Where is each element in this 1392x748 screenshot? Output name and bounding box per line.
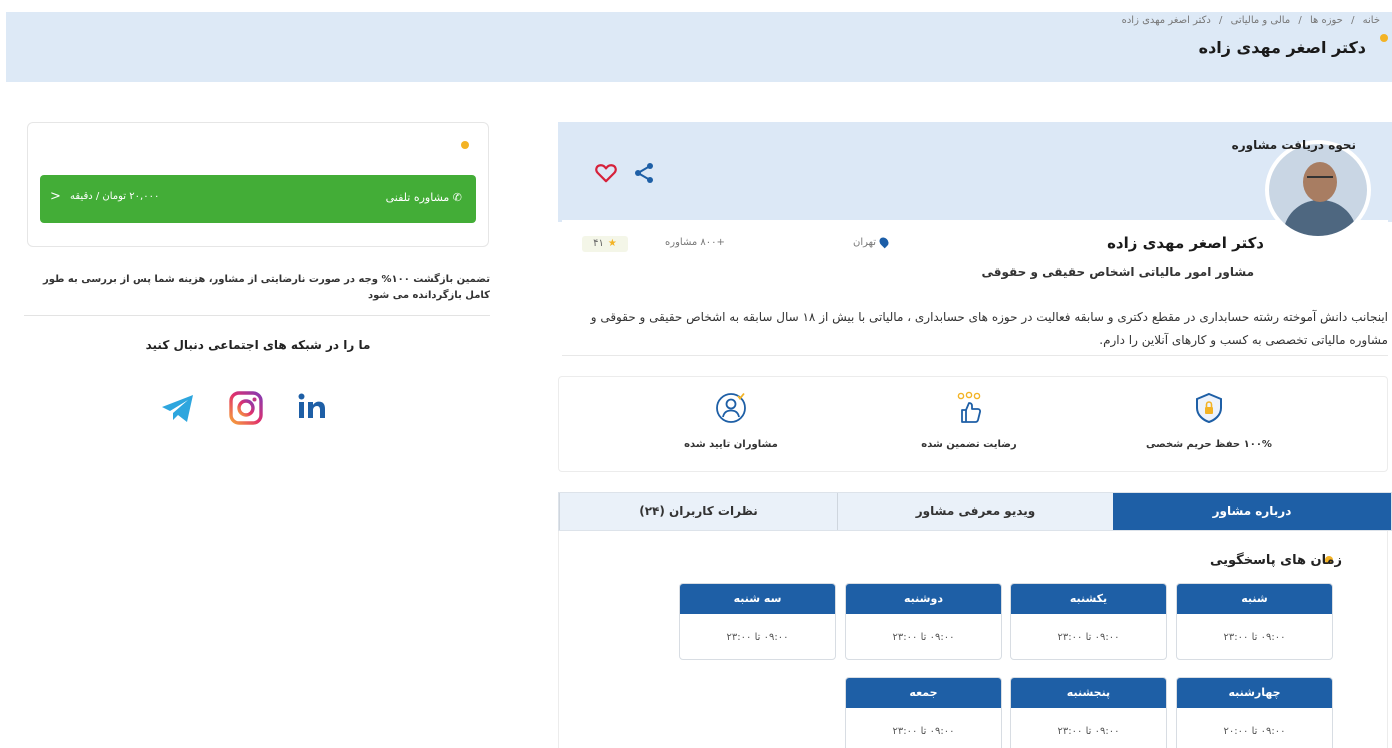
breadcrumb-separator: /: [1351, 15, 1355, 26]
phone-icon: ✆: [452, 191, 462, 204]
tab-video[interactable]: ویدیو معرفی مشاور: [837, 493, 1113, 530]
verified-user-icon: [716, 392, 746, 423]
day-name: جمعه: [846, 678, 1001, 708]
day-name: دوشنبه: [846, 584, 1001, 614]
feature-verified: مشاوران تایید شده: [631, 391, 831, 450]
consult-type: ✆ مشاوره تلفنی: [386, 191, 462, 204]
day-name: پنجشنبه: [1011, 678, 1166, 708]
telegram-icon[interactable]: [158, 388, 198, 428]
features-row: ۱۰۰% حفظ حریم شخصی رضایت تضمین شده مشاور…: [558, 376, 1388, 472]
breadcrumb-fields[interactable]: حوزه ها: [1310, 15, 1343, 26]
advisor-specialty: مشاور امور مالیاتی اشخاص حقیقی و حقوقی: [981, 265, 1254, 279]
day-card: دوشنبه ۰۹:۰۰ تا ۲۳:۰۰: [845, 583, 1002, 660]
city-label: تهران: [853, 237, 877, 248]
day-card: پنجشنبه ۰۹:۰۰ تا ۲۳:۰۰: [1010, 677, 1167, 748]
instagram-icon[interactable]: [226, 388, 266, 428]
chevron-left-icon: <: [50, 189, 61, 204]
page-title: دکتر اصغر مهدی زاده: [1198, 38, 1366, 57]
star-icon: ★: [607, 238, 617, 249]
day-hours: ۰۹:۰۰ تا ۲۳:۰۰: [892, 726, 955, 737]
day-card: یکشنبه ۰۹:۰۰ تا ۲۳:۰۰: [1010, 583, 1167, 660]
feature-label: ۱۰۰% حفظ حریم شخصی: [1146, 439, 1272, 450]
page-header: خانه / حوزه ها / مالی و مالیاتی / دکتر ا…: [6, 12, 1392, 82]
day-card: شنبه ۰۹:۰۰ تا ۲۳:۰۰: [1176, 583, 1333, 660]
rating-value: ۴۱: [593, 238, 604, 249]
feature-satisfaction: رضایت تضمین شده: [869, 391, 1069, 450]
day-card: سه شنبه ۰۹:۰۰ تا ۲۳:۰۰: [679, 583, 836, 660]
consult-price: ۲۰,۰۰۰ تومان / دقیقه: [70, 191, 160, 202]
feature-privacy: ۱۰۰% حفظ حریم شخصی: [1109, 391, 1309, 450]
social-title: ما را در شبکه های اجتماعی دنبال کنید: [145, 338, 371, 352]
day-name: شنبه: [1177, 584, 1332, 614]
day-card: جمعه ۰۹:۰۰ تا ۲۳:۰۰: [845, 677, 1002, 748]
day-hours: ۰۹:۰۰ تا ۲۳:۰۰: [1057, 632, 1120, 643]
linkedin-icon[interactable]: [290, 388, 330, 428]
rating-badge: ★۴۱: [582, 236, 628, 252]
day-hours: ۰۹:۰۰ تا ۲۳:۰۰: [1223, 632, 1286, 643]
divider: [24, 315, 490, 316]
breadcrumb-category[interactable]: مالی و مالیاتی: [1231, 15, 1291, 26]
breadcrumb-separator: /: [1298, 15, 1302, 26]
phone-consultation-button[interactable]: ✆ مشاوره تلفنی ۲۰,۰۰۰ تومان / دقیقه <: [40, 175, 476, 223]
favorite-heart-icon[interactable]: [595, 163, 617, 183]
share-icon[interactable]: [633, 162, 655, 184]
day-name: یکشنبه: [1011, 584, 1166, 614]
advisor-name: دکتر اصغر مهدی زاده: [1107, 234, 1264, 252]
consultation-count: +۸۰۰ مشاوره: [665, 237, 725, 248]
profile-banner: [558, 122, 1392, 222]
hours-title: زمان های پاسخگویی: [1209, 553, 1342, 568]
feature-label: رضایت تضمین شده: [921, 439, 1017, 450]
breadcrumb: خانه / حوزه ها / مالی و مالیاتی / دکتر ا…: [1117, 15, 1380, 26]
profile-tabs: درباره مشاور ویدیو معرفی مشاور نظرات کار…: [558, 492, 1392, 531]
thumbs-up-stars-icon: [957, 391, 982, 423]
advisor-city: تهران: [853, 235, 891, 249]
shield-lock-icon: [1196, 392, 1222, 424]
consult-type-label: مشاوره تلفنی: [385, 191, 450, 204]
day-hours: ۰۹:۰۰ تا ۲۰:۰۰: [1223, 726, 1286, 737]
avatar: [1265, 140, 1371, 240]
tab-about[interactable]: درباره مشاور: [1113, 493, 1391, 530]
title-bullet-icon: [1380, 34, 1388, 42]
day-name: سه شنبه: [680, 584, 835, 614]
breadcrumb-separator: /: [1219, 15, 1223, 26]
day-card: چهارشنبه ۰۹:۰۰ تا ۲۰:۰۰: [1176, 677, 1333, 748]
tab-reviews[interactable]: نظرات کاربران (۲۴): [559, 493, 837, 530]
day-hours: ۰۹:۰۰ تا ۲۳:۰۰: [892, 632, 955, 643]
day-hours: ۰۹:۰۰ تا ۲۳:۰۰: [726, 632, 789, 643]
consultation-title: نحوه دریافت مشاوره: [1231, 138, 1356, 152]
breadcrumb-home[interactable]: خانه: [1363, 15, 1380, 26]
day-hours: ۰۹:۰۰ تا ۲۳:۰۰: [1057, 726, 1120, 737]
refund-guarantee: تضمین بازگشت ۱۰۰% وجه در صورت نارضایتی ا…: [43, 274, 490, 301]
advisor-bio: اینجانب دانش آموخته رشته حسابداری در مقط…: [590, 310, 1388, 347]
feature-label: مشاوران تایید شده: [684, 439, 778, 450]
breadcrumb-current: دکتر اصغر مهدی زاده: [1121, 15, 1211, 26]
day-name: چهارشنبه: [1177, 678, 1332, 708]
consult-bullet-icon: [461, 141, 469, 149]
